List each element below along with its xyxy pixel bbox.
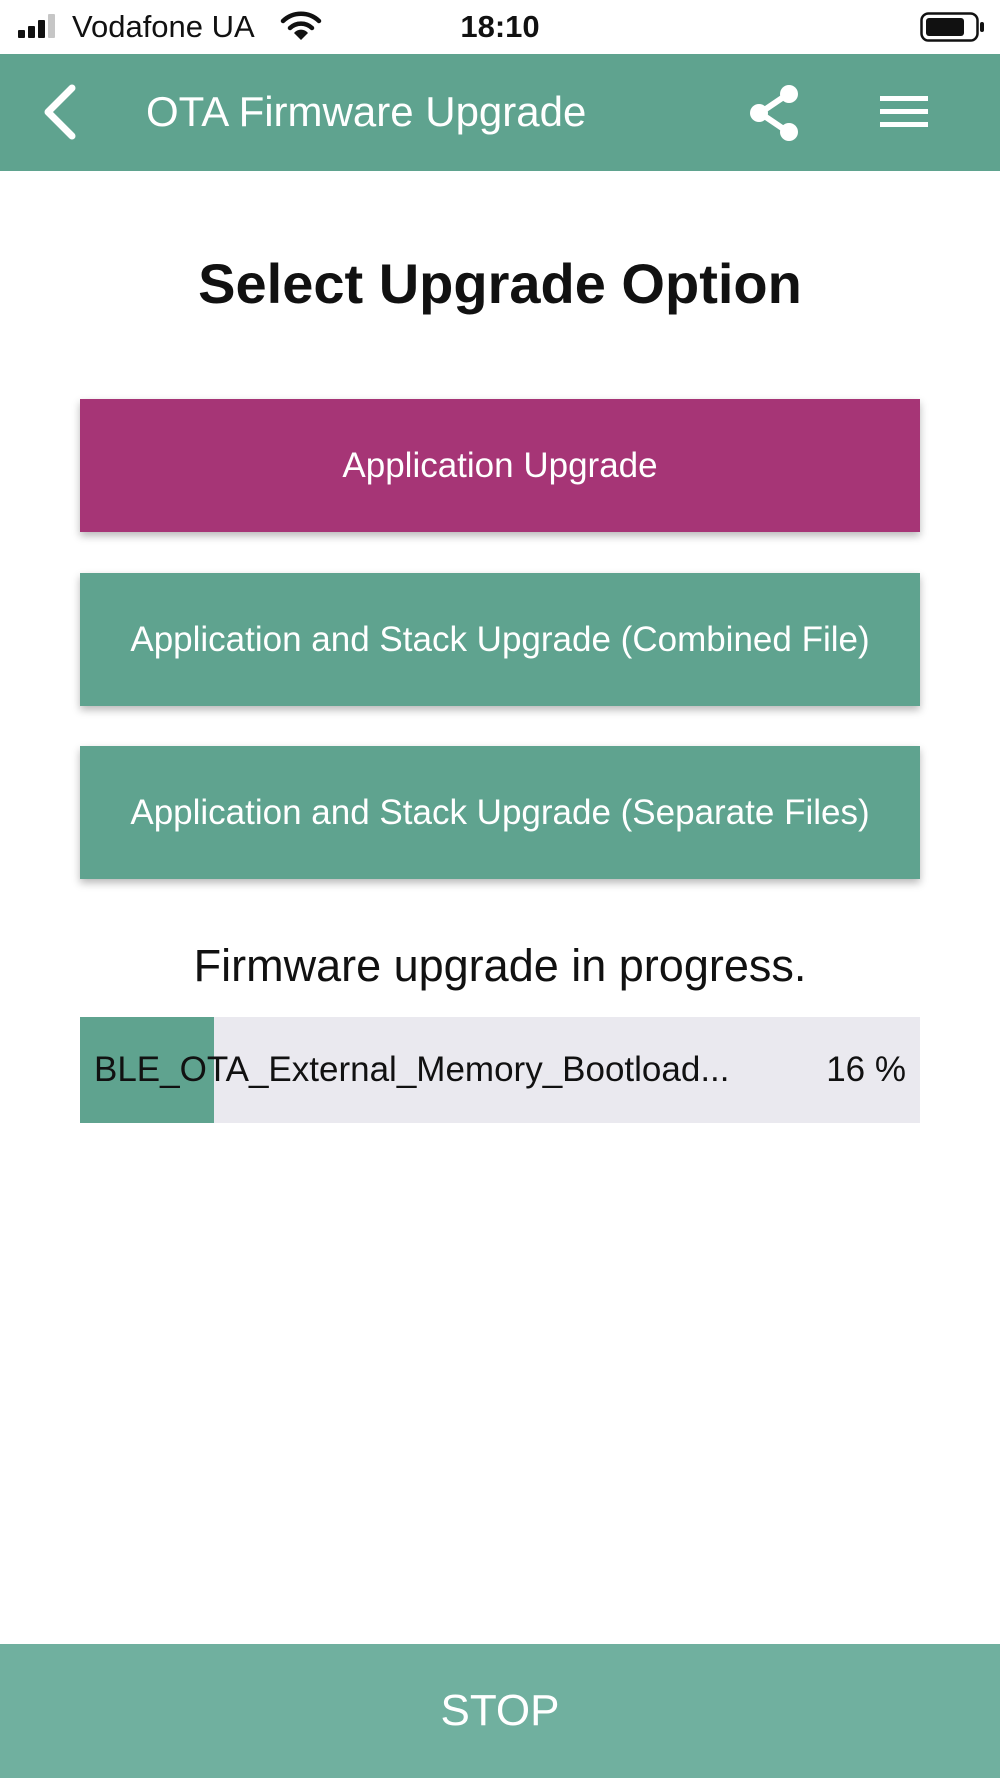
status-bar: Vodafone UA 18:10 [0, 0, 1000, 54]
status-time: 18:10 [460, 9, 540, 44]
app-bar: OTA Firmware Upgrade [0, 54, 1000, 171]
stop-button[interactable]: STOP [0, 1644, 1000, 1778]
back-arrow-icon [44, 84, 76, 140]
separate-files-upgrade-button[interactable]: Application and Stack Upgrade (Separate … [80, 746, 920, 879]
progress-bar: BLE_OTA_External_Memory_Bootload... 16 % [80, 1017, 920, 1123]
screen: Vodafone UA 18:10 OTA Firmware Upgrade S… [0, 0, 1000, 1778]
back-button[interactable] [34, 80, 94, 144]
battery-icon [920, 12, 984, 42]
page-heading: Select Upgrade Option [198, 252, 802, 315]
menu-button[interactable] [872, 84, 936, 140]
progress-percent: 16 % [826, 1050, 906, 1089]
application-upgrade-button[interactable]: Application Upgrade [80, 399, 920, 532]
combined-file-upgrade-button[interactable]: Application and Stack Upgrade (Combined … [80, 573, 920, 706]
menu-icon [880, 96, 928, 127]
share-button[interactable] [744, 82, 806, 144]
share-icon [750, 85, 798, 141]
progress-status-text: Firmware upgrade in progress. [193, 940, 807, 991]
app-title: OTA Firmware Upgrade [146, 88, 587, 135]
progress-file-name: BLE_OTA_External_Memory_Bootload... [94, 1050, 730, 1089]
